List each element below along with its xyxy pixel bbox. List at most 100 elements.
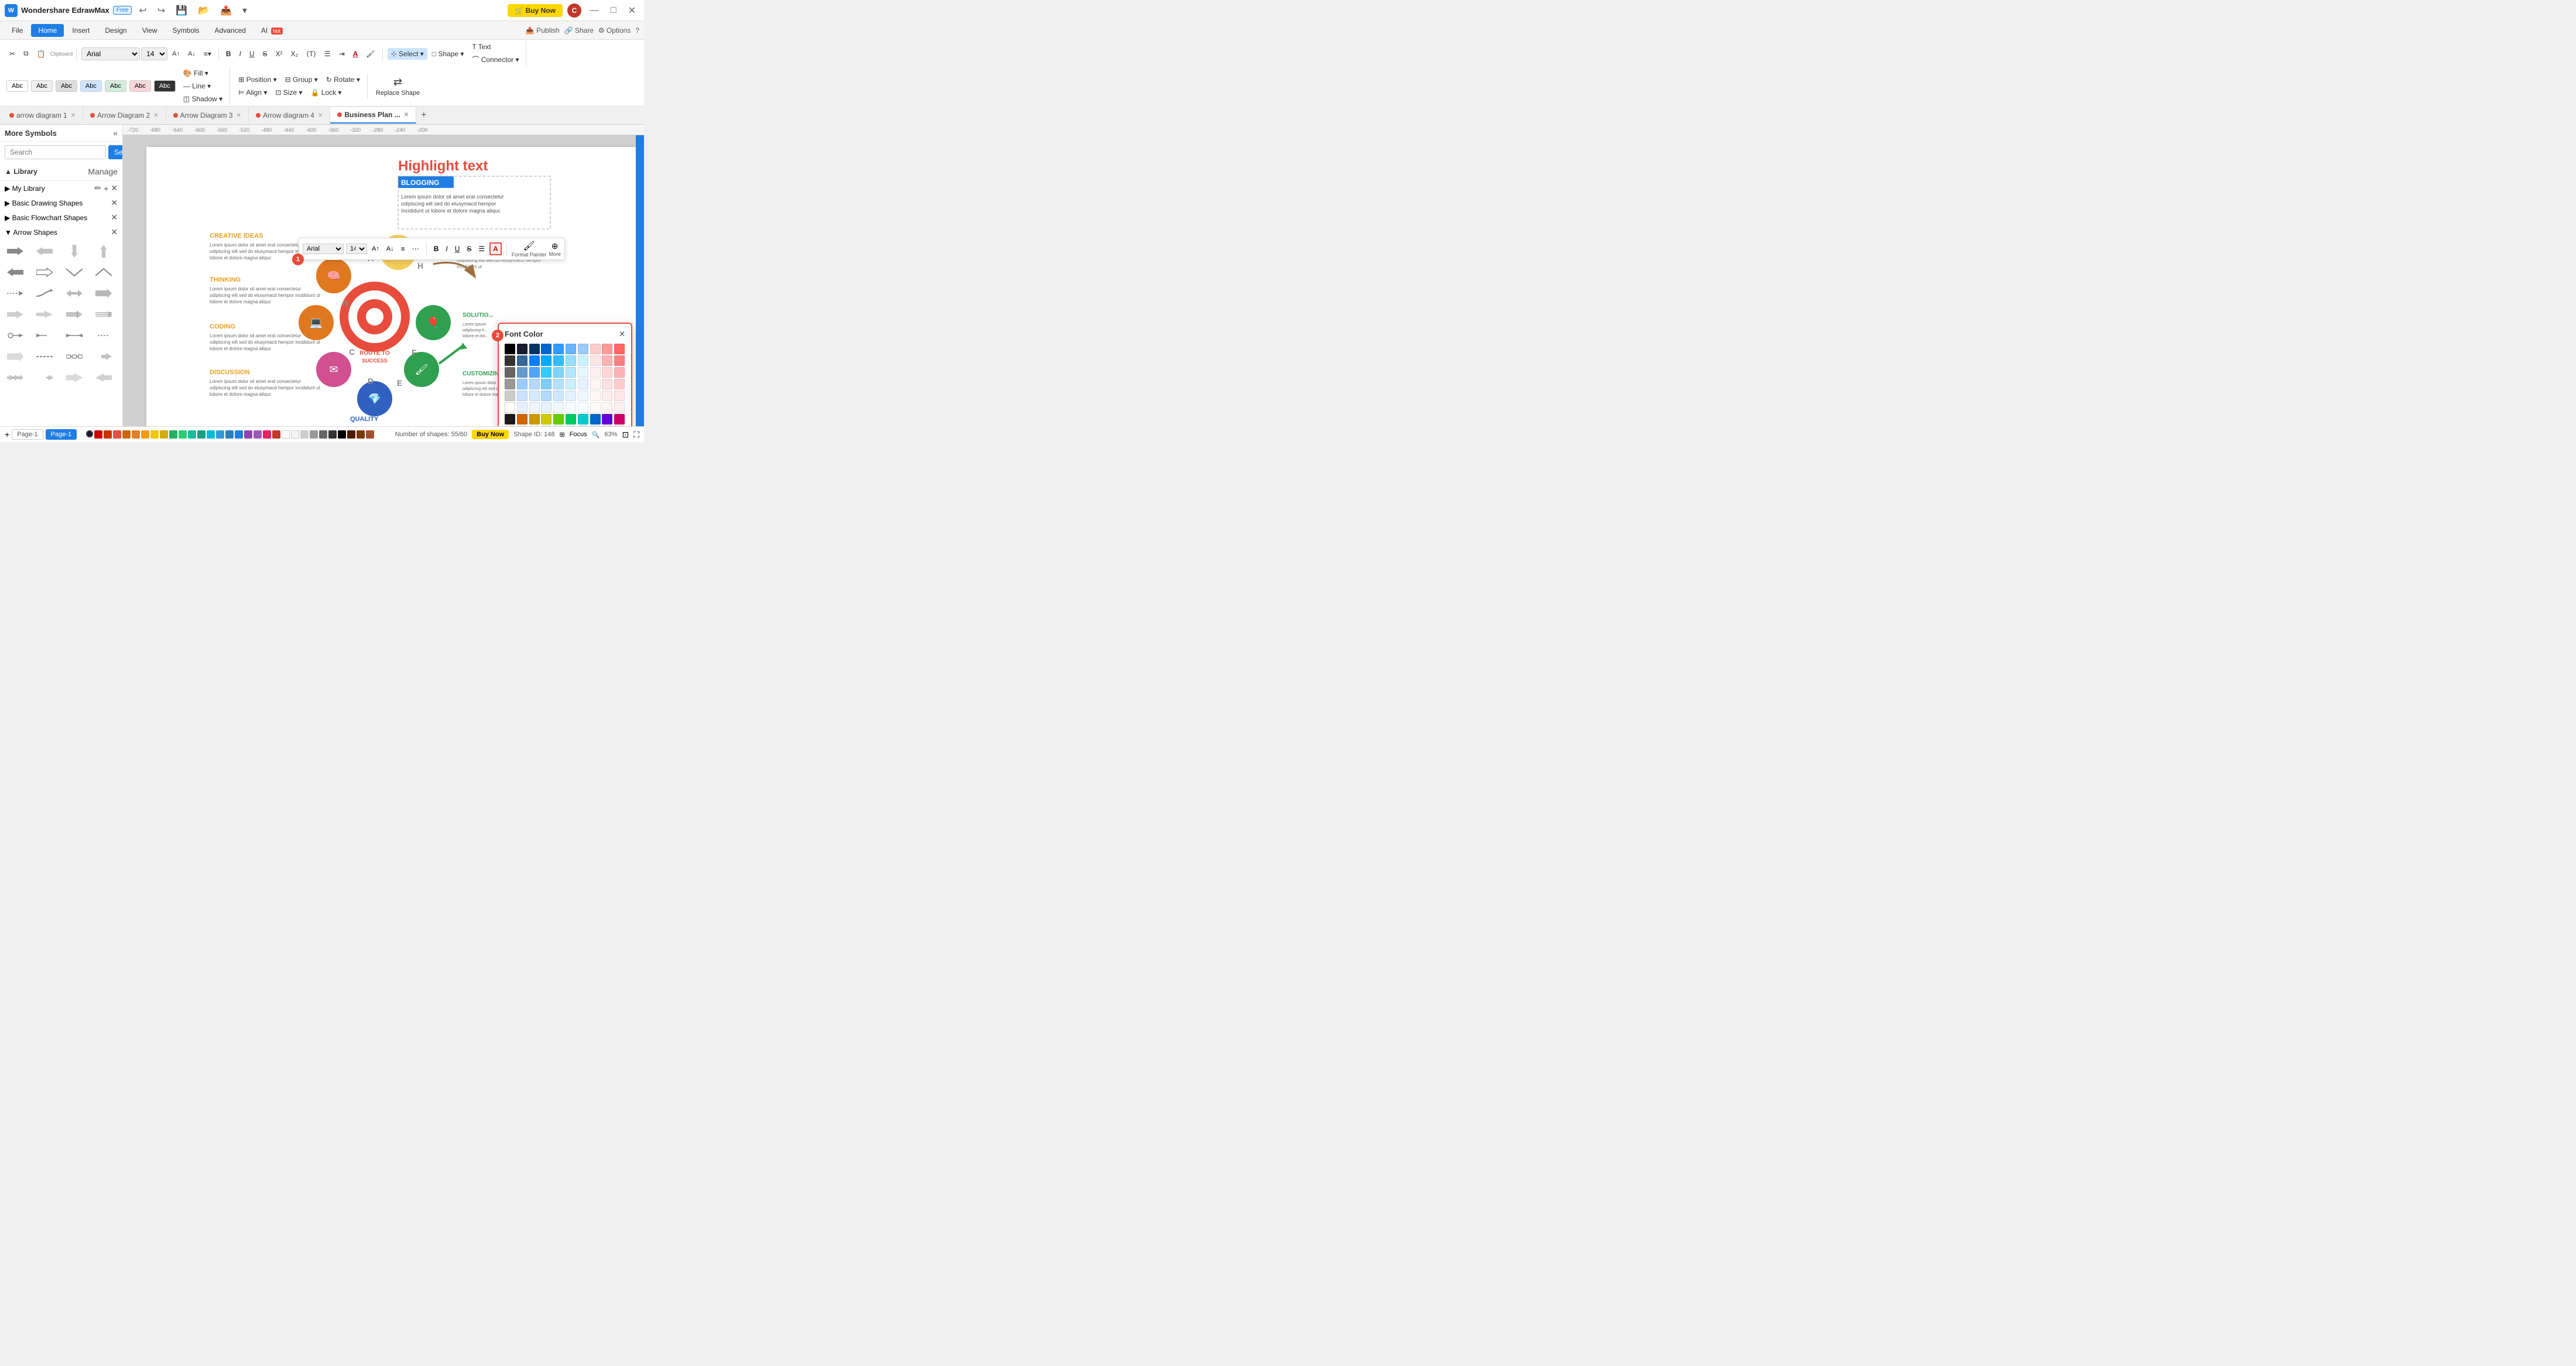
cut-button[interactable]: ✂ — [6, 48, 19, 60]
palette-gray2[interactable] — [310, 430, 318, 439]
close-basic-flowchart[interactable]: ✕ — [111, 213, 118, 222]
redo-button[interactable]: ↪ — [154, 4, 169, 18]
fit-page-button[interactable]: ⊡ — [622, 430, 629, 440]
palette-6[interactable] — [141, 430, 149, 439]
buy-now-button[interactable]: 🛒 Buy Now — [508, 4, 563, 17]
color-purple[interactable] — [602, 414, 612, 424]
publish-button[interactable]: 📤 Publish — [526, 26, 560, 35]
style-3[interactable]: Abc — [56, 80, 77, 92]
color-darknavy[interactable] — [517, 344, 527, 354]
mini-shrink-button[interactable]: A↓ — [384, 244, 396, 254]
bottom-buy-now[interactable]: Buy Now — [472, 430, 509, 439]
color-deepsky[interactable] — [541, 367, 551, 378]
tab-close-3[interactable]: ✕ — [237, 112, 241, 119]
paste-button[interactable]: 📋 — [33, 48, 49, 60]
color-steelblue[interactable] — [517, 355, 527, 366]
shadow-button[interactable]: ◫ Shadow ▾ — [180, 93, 226, 105]
sidebar-collapse-button[interactable]: « — [113, 128, 118, 138]
align-shapes-button[interactable]: ⊨ Align ▾ — [235, 87, 270, 98]
color-lightblue6[interactable] — [566, 391, 576, 401]
font-size-select[interactable]: 14 — [141, 47, 167, 60]
color-darkblue[interactable] — [529, 344, 540, 354]
palette-17[interactable] — [244, 430, 252, 439]
palette-gray4[interactable] — [328, 430, 337, 439]
mini-italic-button[interactable]: I — [443, 244, 450, 254]
menu-symbols[interactable]: Symbols — [166, 24, 207, 37]
palette-lightgray[interactable] — [291, 430, 299, 439]
mini-grow-button[interactable]: A↑ — [369, 244, 382, 254]
subscript-button[interactable]: X₂ — [287, 48, 302, 60]
color-limegreen[interactable] — [553, 414, 564, 424]
color-royalblue[interactable] — [590, 414, 601, 424]
color-aliceblue2[interactable] — [578, 391, 588, 401]
indent-button[interactable]: ⇥ — [335, 48, 348, 60]
style-2[interactable]: Abc — [31, 80, 53, 92]
style-5[interactable]: Abc — [105, 80, 126, 92]
palette-4[interactable] — [122, 430, 131, 439]
color-darkorange[interactable] — [517, 414, 527, 424]
arrow-shape-left2[interactable] — [4, 263, 27, 282]
search-button[interactable]: Search — [108, 145, 123, 159]
color-lightcyanblue[interactable] — [566, 379, 576, 389]
arrow-shape-circle-right[interactable] — [4, 326, 27, 345]
color-lightersky[interactable] — [541, 379, 551, 389]
color-black[interactable] — [505, 344, 515, 354]
arrow-shape-double[interactable] — [63, 284, 86, 303]
undo-button[interactable]: ↩ — [135, 4, 150, 18]
my-library-item[interactable]: ▶ My Library ✏ + ✕ — [0, 181, 122, 196]
mini-bold-button[interactable]: B — [431, 244, 441, 254]
tab-arrow-diagram-4[interactable]: Arrow diagram 4 ✕ — [249, 108, 330, 123]
mini-font-select[interactable]: Arial — [303, 244, 344, 254]
color-dodgerblue[interactable] — [529, 367, 540, 378]
options-button[interactable]: ⚙ Options — [598, 26, 631, 35]
color-pink[interactable] — [602, 355, 612, 366]
add-page-button[interactable]: + — [5, 430, 9, 439]
font-highlight-button[interactable]: 🖌 — [362, 48, 378, 60]
fullscreen-button[interactable]: ⛶ — [633, 430, 639, 440]
tab-arrow-diagram-1[interactable]: arrow diagram 1 ✕ — [2, 108, 83, 123]
palette-12[interactable] — [197, 430, 205, 439]
underline-button[interactable]: U — [246, 48, 258, 60]
color-lightdodger[interactable] — [529, 379, 540, 389]
color-darkgray[interactable] — [505, 355, 515, 366]
close-button[interactable]: ✕ — [625, 4, 639, 18]
mini-list-button[interactable]: ☰ — [476, 244, 487, 254]
style-4[interactable]: Abc — [80, 80, 102, 92]
palette-16[interactable] — [235, 430, 243, 439]
tab-close-4[interactable]: ✕ — [318, 112, 323, 119]
color-hotpink[interactable] — [614, 414, 625, 424]
color-rosewhite3[interactable] — [614, 391, 625, 401]
arrow-shape-blockright[interactable] — [63, 305, 86, 324]
color-powderblue[interactable] — [553, 379, 564, 389]
color-snow2[interactable] — [602, 402, 612, 413]
arrow-shape-flag[interactable] — [4, 347, 27, 366]
color-mistyrose[interactable] — [602, 367, 612, 378]
tab-close-1[interactable]: ✕ — [71, 112, 76, 119]
color-rosewhite2[interactable] — [602, 379, 612, 389]
minimize-button[interactable]: — — [586, 4, 602, 17]
arrow-shape-connector-right[interactable] — [92, 347, 115, 366]
arrow-shape-s-curve[interactable] — [33, 284, 56, 303]
color-nearblack[interactable] — [505, 414, 515, 424]
color-emerald[interactable] — [566, 414, 576, 424]
color-icecyan[interactable] — [578, 355, 588, 366]
palette-1[interactable] — [94, 430, 102, 439]
style-1[interactable]: Abc — [6, 80, 28, 92]
color-lightblue5[interactable] — [553, 391, 564, 401]
mini-font-color-button[interactable]: A — [489, 242, 502, 255]
align-button[interactable]: ≡▾ — [200, 48, 215, 60]
palette-fill[interactable] — [86, 430, 93, 437]
replace-shape-button[interactable]: ⇄ Replace Shape — [372, 74, 423, 98]
basic-flowchart-shapes-item[interactable]: ▶ Basic Flowchart Shapes ✕ — [0, 210, 122, 225]
color-blue[interactable] — [541, 344, 551, 354]
palette-11[interactable] — [188, 430, 196, 439]
arrow-shape-chevron-up[interactable] — [92, 263, 115, 282]
popup-close-button[interactable]: ✕ — [619, 330, 625, 339]
color-lighterblue[interactable] — [566, 344, 576, 354]
color-iceblue[interactable] — [517, 402, 527, 413]
palette-10[interactable] — [179, 430, 187, 439]
arrow-shape-down[interactable] — [63, 242, 86, 261]
focus-button[interactable]: Focus — [570, 431, 587, 438]
mini-underline-button[interactable]: U — [453, 244, 463, 254]
rotate-button[interactable]: ↻ Rotate ▾ — [323, 74, 364, 85]
